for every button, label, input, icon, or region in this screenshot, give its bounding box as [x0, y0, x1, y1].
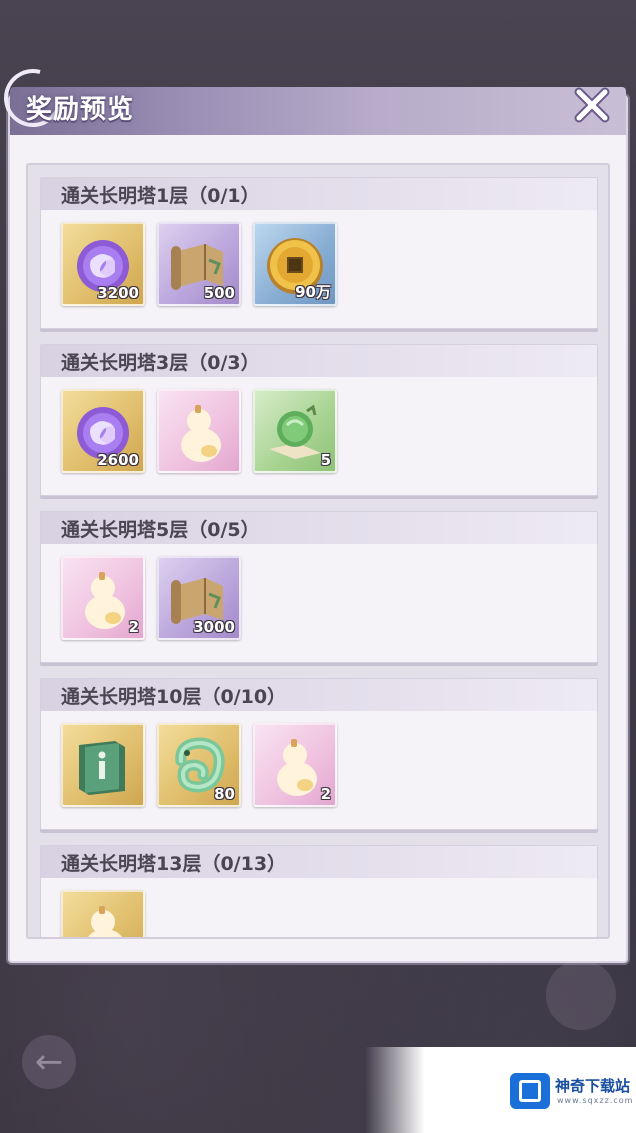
gourd-icon: [277, 739, 317, 796]
back-arrow-icon: ←: [22, 1035, 76, 1089]
reward-card-header: 通关长明塔3层（0/3）: [41, 345, 597, 377]
reward-item-slot[interactable]: 2600: [61, 389, 145, 473]
item-count: 3200: [97, 284, 139, 302]
gourd-icon: [181, 405, 221, 462]
reward-items-row: 3200 500 90万: [61, 222, 337, 306]
close-button[interactable]: [570, 83, 614, 127]
reward-item-slot[interactable]: 2: [253, 723, 337, 807]
reward-item-slot[interactable]: [61, 723, 145, 807]
reward-card-header: 通关长明塔5层（0/5）: [41, 512, 597, 544]
item-count: 2: [320, 785, 331, 803]
gourd-icon: [85, 572, 125, 629]
reward-card: 通关长明塔3层（0/3） 2600 5: [40, 344, 598, 496]
reward-items-row: 80 2: [61, 723, 337, 807]
item-count: 2600: [97, 451, 139, 469]
reward-card: 通关长明塔13层（0/13）: [40, 845, 598, 937]
green-book-icon: [79, 741, 125, 795]
reward-item-slot[interactable]: 90万: [253, 222, 337, 306]
reward-card-header: 通关长明塔1层（0/1）: [41, 178, 597, 210]
reward-condition-title: 通关长明塔5层（0/5）: [61, 519, 260, 541]
gourd-icon: [88, 906, 122, 937]
reward-condition-title: 通关长明塔1层（0/1）: [61, 185, 260, 207]
reward-items-row: 2600 5: [61, 389, 337, 473]
reward-item-slot[interactable]: 3200: [61, 222, 145, 306]
dialog-title: 奖励预览: [26, 95, 135, 125]
item-count: 90万: [295, 283, 331, 301]
reward-list[interactable]: 通关长明塔1层（0/1） 3200 500 90万 通关长明塔3层（0/3） 2600 5 通…: [26, 163, 610, 939]
reward-card-header: 通关长明塔13层（0/13）: [41, 846, 597, 878]
watermark-url: www.sqxzz.com: [557, 1096, 634, 1105]
item-count: 500: [203, 284, 235, 302]
reward-card: 通关长明塔1层（0/1） 3200 500 90万: [40, 177, 598, 329]
reward-condition-title: 通关长明塔3层（0/3）: [61, 352, 260, 374]
reward-card-header: 通关长明塔10层（0/10）: [41, 679, 597, 711]
reward-item-slot[interactable]: [157, 389, 241, 473]
item-count: 5: [320, 451, 331, 469]
watermark-title: 神奇下载站: [555, 1077, 631, 1095]
reward-card: 通关长明塔5层（0/5） 2 3000: [40, 511, 598, 663]
reward-item-slot[interactable]: 5: [253, 389, 337, 473]
dialog-header: 奖励预览: [0, 58, 626, 138]
reward-preview-dialog: 奖励预览 通关长明塔1层（0/1） 3200 500 90万通关长明塔3层（0/3） 2…: [0, 58, 628, 963]
reward-items-row: 2 3000: [61, 556, 241, 640]
reward-item-slot[interactable]: 3000: [157, 556, 241, 640]
reward-item-slot[interactable]: 2: [61, 556, 145, 640]
watermark: 神奇下载站 www.sqxzz.com: [365, 1047, 636, 1133]
green-orb-icon: [269, 404, 321, 459]
item-count: 3000: [193, 618, 235, 636]
close-x-icon: [574, 87, 610, 123]
background-avatar: [546, 960, 616, 1030]
item-count: 2: [128, 618, 139, 636]
reward-items-row: [61, 890, 145, 937]
reward-card: 通关长明塔10层（0/10） 80 2: [40, 678, 598, 830]
item-count: 80: [214, 785, 235, 803]
reward-condition-title: 通关长明塔10层（0/10）: [61, 686, 287, 708]
reward-item-slot[interactable]: 80: [157, 723, 241, 807]
reward-item-slot[interactable]: 500: [157, 222, 241, 306]
watermark-logo-icon: [510, 1073, 550, 1109]
reward-condition-title: 通关长明塔13层（0/13）: [61, 853, 287, 875]
reward-item-slot[interactable]: [61, 890, 145, 937]
